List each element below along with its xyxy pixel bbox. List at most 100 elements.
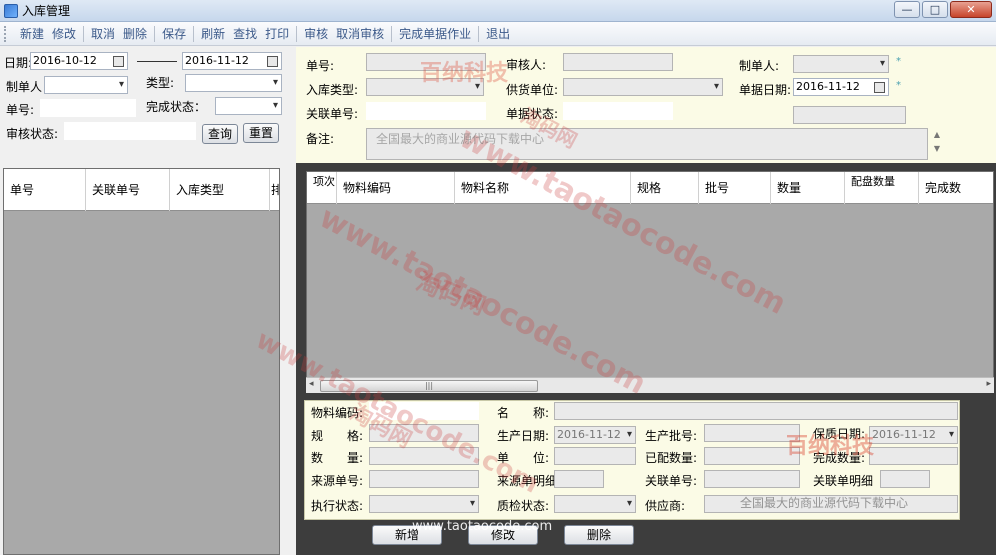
d-proddate-picker[interactable]: 2016-11-12 — [554, 426, 636, 444]
h-intype-select[interactable] — [366, 78, 484, 96]
print-button[interactable]: 打印 — [261, 25, 293, 42]
toolbar-separator — [193, 25, 195, 42]
material-detail-grid[interactable]: 项次 物料编码 物料名称 规格 批号 数量 配盘数量 完成数 — [306, 171, 994, 393]
detail-horizontal-scrollbar[interactable]: ◂ ||| ▸ — [306, 377, 994, 393]
d-doneqty-field[interactable] — [869, 447, 958, 465]
col-material-name[interactable]: 物料名称 — [455, 172, 631, 204]
d-doneqty-label: 完成数量: — [813, 451, 866, 465]
h-creator-label: 制单人: — [739, 59, 780, 73]
scroll-thumb[interactable]: ||| — [320, 380, 538, 392]
col-batch[interactable]: 批号 — [699, 172, 771, 204]
d-batch-field[interactable] — [704, 424, 800, 442]
new-button[interactable]: 新建 — [16, 25, 48, 42]
material-detail-header: 项次 物料编码 物料名称 规格 批号 数量 配盘数量 完成数 — [307, 172, 993, 204]
d-unit-label: 单 位: — [497, 451, 550, 465]
date-label: 日期: — [4, 56, 33, 70]
h-creator-select[interactable] — [793, 55, 889, 73]
complete-status-select[interactable] — [215, 97, 282, 115]
d-code-input[interactable] — [369, 402, 479, 420]
d-unit-field[interactable] — [554, 447, 636, 465]
date-to-picker[interactable]: 2016-11-12 — [182, 52, 282, 70]
toolbar-separator — [154, 25, 156, 42]
type-select[interactable] — [185, 74, 282, 92]
d-qc-select[interactable] — [554, 495, 636, 513]
date-from-picker[interactable]: 2016-10-12 — [30, 52, 128, 70]
d-relateddetail-field[interactable] — [880, 470, 930, 488]
type-label: 类型: — [146, 76, 175, 90]
remark-scrollbar[interactable]: ▲ ▼ — [931, 128, 943, 160]
d-spec-label: 规 格: — [311, 429, 364, 443]
col-material-code[interactable]: 物料编码 — [337, 172, 455, 204]
d-vendor-field[interactable] — [704, 495, 958, 513]
col-spec[interactable]: 规格 — [631, 172, 699, 204]
toolbar-separator — [478, 25, 480, 42]
d-related-field[interactable] — [704, 470, 800, 488]
d-exec-label: 执行状态: — [311, 499, 364, 513]
minimize-button[interactable]: — — [894, 1, 920, 18]
creator-select[interactable] — [44, 76, 128, 94]
required-mark: * — [896, 56, 901, 67]
d-srcno-field[interactable] — [369, 470, 479, 488]
save-button[interactable]: 保存 — [158, 25, 190, 42]
h-related-field[interactable] — [366, 102, 486, 120]
scroll-left-icon[interactable]: ◂ — [309, 379, 314, 389]
audit-status-input[interactable] — [64, 122, 196, 140]
h-extra-field[interactable] — [793, 106, 906, 124]
col-in-type[interactable]: 入库类型 — [170, 169, 270, 211]
col-related-no[interactable]: 关联单号 — [86, 169, 170, 211]
d-proddate-label: 生产日期: — [497, 429, 550, 443]
d-assigned-field[interactable] — [704, 447, 800, 465]
col-assigned-qty[interactable]: 配盘数量 — [845, 172, 919, 204]
d-exec-select[interactable] — [369, 495, 479, 513]
col-docno[interactable]: 单号 — [4, 169, 86, 211]
delete-button[interactable]: 删除 — [119, 25, 151, 42]
docno-label: 单号: — [6, 103, 35, 117]
h-docno-field[interactable] — [366, 53, 486, 71]
complete-status-label: 完成状态： — [146, 100, 207, 114]
docno-input[interactable] — [40, 99, 136, 117]
h-status-field[interactable] — [563, 102, 673, 120]
toolbar-separator — [83, 25, 85, 42]
exit-button[interactable]: 退出 — [482, 25, 514, 42]
cancel-button[interactable]: 取消 — [87, 25, 119, 42]
h-auditor-field[interactable] — [563, 53, 673, 71]
maximize-button[interactable]: □ — [922, 1, 948, 18]
d-expdate-picker[interactable]: 2016-11-12 — [869, 426, 958, 444]
col-truncated[interactable]: 排 — [270, 169, 279, 211]
d-qty-label: 数 量: — [311, 451, 364, 465]
add-detail-button[interactable]: 新增 — [372, 525, 442, 545]
audit-button[interactable]: 审核 — [300, 25, 332, 42]
h-status-label: 单据状态: — [506, 107, 559, 121]
h-docdate-picker[interactable]: 2016-11-12 — [793, 78, 889, 96]
h-supplier-select[interactable] — [563, 78, 723, 96]
d-qty-field[interactable] — [369, 447, 479, 465]
refresh-button[interactable]: 刷新 — [197, 25, 229, 42]
window-title: 入库管理 — [22, 4, 71, 18]
col-qty[interactable]: 数量 — [771, 172, 845, 204]
d-spec-field[interactable] — [369, 424, 479, 442]
d-code-label: 物料编码: — [311, 406, 364, 420]
cancel-audit-button[interactable]: 取消审核 — [332, 25, 388, 42]
toolbar-separator — [296, 25, 298, 42]
reset-button[interactable]: 重置 — [243, 123, 279, 143]
query-button[interactable]: 查询 — [202, 124, 238, 144]
d-name-field[interactable] — [554, 402, 958, 420]
find-button[interactable]: 查找 — [229, 25, 261, 42]
material-edit-form: 物料编码: 名 称: 规 格: 生产日期: 2016-11-12 生产批号: 保… — [304, 400, 960, 520]
document-list-grid[interactable]: 单号 关联单号 入库类型 排 — [3, 168, 280, 555]
toolbar-grip[interactable] — [4, 25, 10, 42]
d-name-label: 名 称: — [497, 406, 550, 420]
h-remark-textarea[interactable] — [366, 128, 928, 160]
modify-button[interactable]: 修改 — [48, 25, 80, 42]
toolbar: 新建 修改 取消 删除 保存 刷新 查找 打印 审核 取消审核 完成单据作业 退… — [0, 22, 996, 46]
close-button[interactable]: ✕ — [950, 1, 992, 18]
col-completed[interactable]: 完成数 — [919, 172, 993, 204]
scroll-right-icon[interactable]: ▸ — [986, 379, 991, 389]
col-item-no[interactable]: 项次 — [307, 172, 337, 204]
filter-panel: 日期: 2016-10-12 2016-11-12 制单人 类型: 单号: 完成… — [0, 47, 288, 555]
date-range-dash — [137, 61, 177, 62]
complete-doc-button[interactable]: 完成单据作业 — [395, 25, 475, 42]
delete-detail-button[interactable]: 删除 — [564, 525, 634, 545]
edit-detail-button[interactable]: 修改 — [468, 525, 538, 545]
d-srcdetail-field[interactable] — [554, 470, 604, 488]
